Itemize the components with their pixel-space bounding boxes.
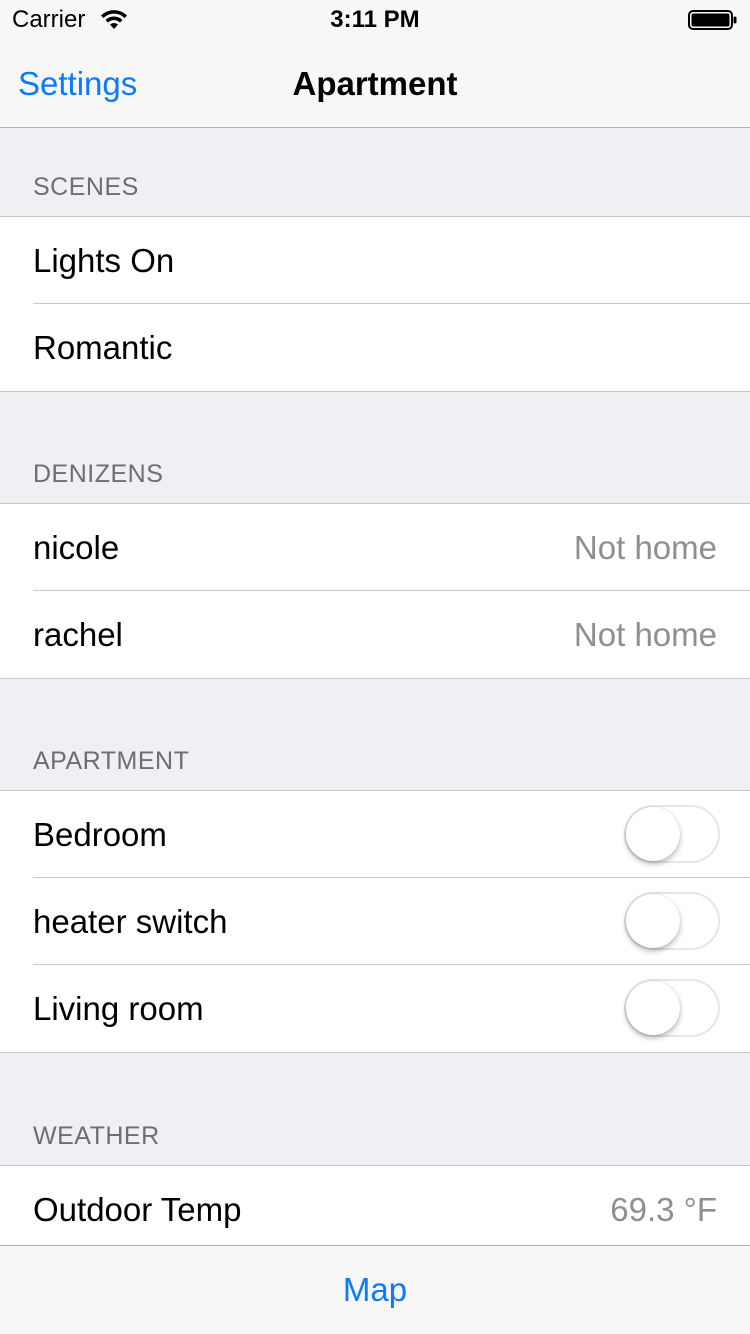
denizens-group: nicole Not home rachel Not home	[0, 503, 750, 679]
scene-row[interactable]: Romantic	[0, 303, 750, 391]
heater-switch-toggle[interactable]	[624, 892, 720, 950]
switch-label: heater switch	[33, 903, 228, 940]
section-header-weather: WEATHER	[33, 1122, 160, 1150]
status-bar: Carrier 3:11 PM	[0, 0, 750, 40]
weather-label: Outdoor Temp	[33, 1191, 242, 1228]
switch-label: Living room	[33, 990, 204, 1027]
section-header-denizens: DENIZENS	[33, 460, 164, 488]
bedroom-toggle[interactable]	[624, 805, 720, 863]
weather-value: 69.3 °F	[610, 1191, 717, 1228]
weather-row[interactable]: Outdoor Temp 69.3 °F	[0, 1166, 750, 1253]
denizen-status: Not home	[573, 529, 717, 566]
status-time: 3:11 PM	[330, 6, 420, 33]
switch-row: heater switch	[0, 877, 750, 965]
toggle-knob	[626, 807, 680, 861]
denizen-row[interactable]: rachel Not home	[0, 590, 750, 678]
scenes-group: Lights On Romantic	[0, 216, 750, 392]
section-header-apartment: APARTMENT	[33, 747, 190, 775]
battery-full-icon	[688, 10, 737, 30]
toggle-knob	[626, 981, 680, 1035]
scene-label: Lights On	[33, 242, 175, 279]
scene-label: Romantic	[33, 329, 173, 366]
toggle-knob	[626, 894, 680, 948]
switch-row: Bedroom	[0, 791, 750, 878]
section-header-scenes: SCENES	[33, 173, 139, 201]
living-room-toggle[interactable]	[624, 979, 720, 1037]
navigation-bar: Settings Apartment	[0, 40, 750, 128]
scene-row[interactable]: Lights On	[0, 217, 750, 304]
denizen-status: Not home	[573, 616, 717, 653]
back-button-settings[interactable]: Settings	[18, 64, 137, 104]
weather-group: Outdoor Temp 69.3 °F	[0, 1165, 750, 1253]
switch-label: Bedroom	[33, 816, 167, 853]
apartment-group: Bedroom heater switch Living room	[0, 790, 750, 1053]
denizen-name: nicole	[33, 529, 120, 566]
bottom-toolbar: Map	[0, 1245, 750, 1334]
denizen-name: rachel	[33, 616, 123, 653]
switch-row: Living room	[0, 964, 750, 1052]
map-button[interactable]: Map	[0, 1270, 750, 1310]
denizen-row[interactable]: nicole Not home	[0, 504, 750, 591]
